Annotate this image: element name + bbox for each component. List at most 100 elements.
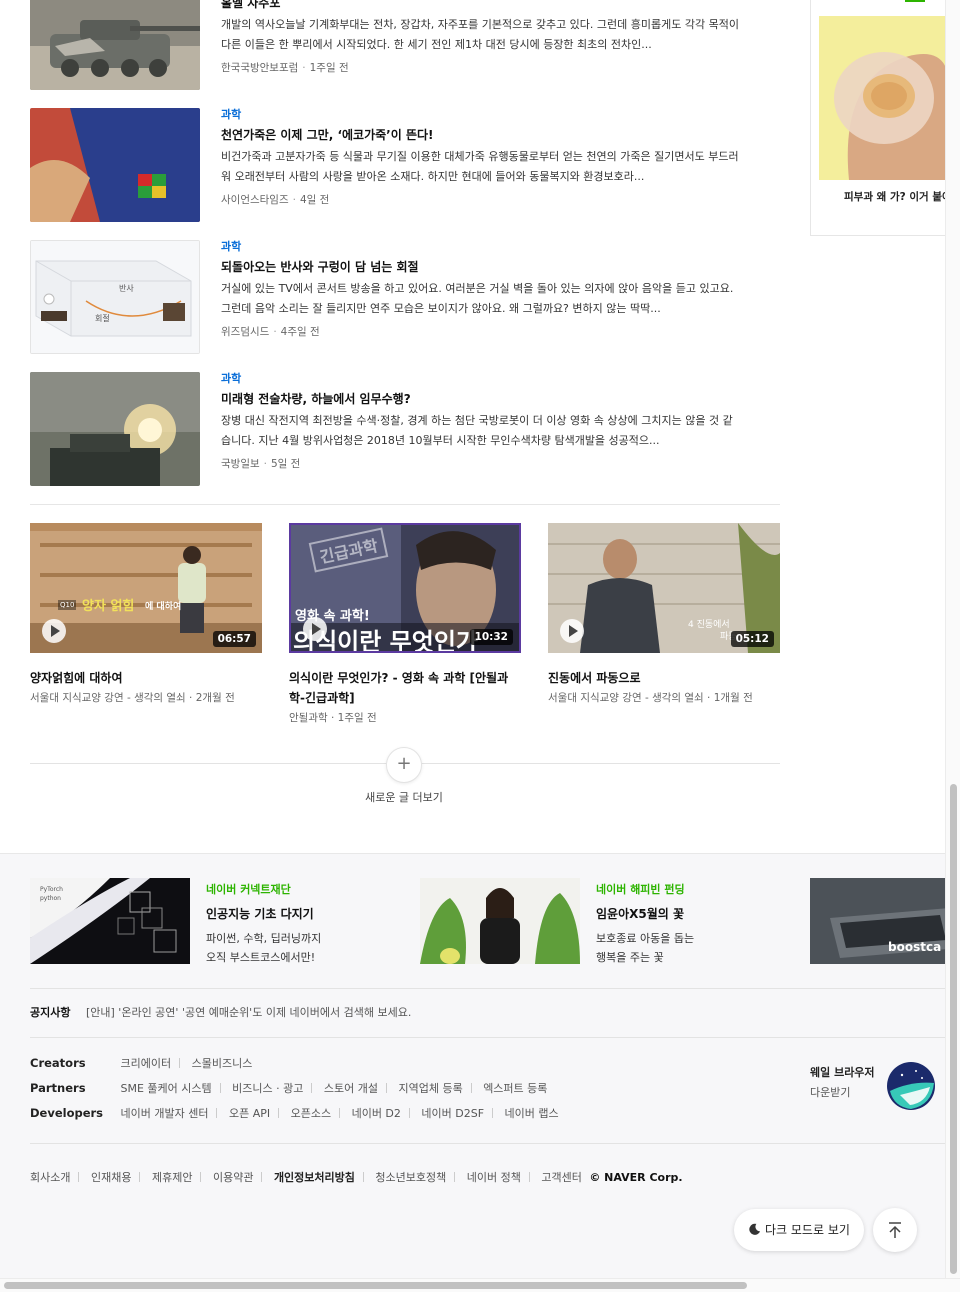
news-summary[interactable]: 비건가죽과 고분자가죽 등 식물과 무기질 이용한 대체가죽 유행동물로부터 얻… [221,147,741,187]
side-ad-caption[interactable]: 피부과 왜 가? 이거 붙여 [844,189,945,204]
horizontal-scroll-thumb[interactable] [4,1282,747,1289]
footer-link[interactable]: 네이버 D2 [352,1107,401,1120]
news-summary[interactable]: 장병 대신 작전지역 최전방을 수색·정찰, 경계 하는 첨단 국방로봇이 더 … [221,411,741,451]
dark-mode-label: 다크 모드로 보기 [765,1223,850,1237]
footer-bottom-link[interactable]: 청소년보호정책 [375,1171,446,1184]
whale-browser-icon[interactable] [886,1061,936,1111]
promo-banner[interactable]: PyTorch python 네이버 커넥트재단 인공지능 기초 다지기 파이썬… [30,878,410,964]
dark-mode-button[interactable]: 다크 모드로 보기 [734,1209,864,1251]
play-icon[interactable] [303,617,327,641]
promo-image[interactable]: PyTorch python [30,878,190,964]
footer-link[interactable]: 크리에이터 [121,1057,172,1070]
footer-link[interactable]: 네이버 랩스 [505,1107,559,1120]
footer-link[interactable]: SME 풀케어 시스템 [121,1082,212,1095]
news-summary[interactable]: 거실에 있는 TV에서 콘서트 방송을 하고 있어요. 여러분은 거실 벽을 돌… [221,279,741,319]
video-card[interactable]: 긴급과학 영화 속 과학! 의식이란 무엇인가 10:32 의식이란 무엇인가?… [289,523,521,725]
promo-desc-line: 파이썬, 수학, 딥러닝까지 [206,932,322,945]
video-source[interactable]: 서울대 지식교양 강연 - 생각의 열쇠 [30,692,186,704]
play-icon[interactable] [560,619,584,643]
footer-divider [30,1037,945,1038]
partners-row: Partners SME 풀케어 시스템 비즈니스 · 광고 스토어 개설 지역… [30,1080,559,1105]
vertical-scrollbar[interactable] [945,0,960,1278]
footer-link[interactable]: 오픈 API [229,1107,270,1120]
side-ad-card[interactable]: 피부과 왜 가? 이거 붙여 [810,0,946,236]
news-title[interactable]: 천연가죽은 이제 그만, ‘에코가죽’이 뜬다! [221,127,741,143]
promo-image[interactable]: boostca [810,878,945,964]
promo-banner[interactable]: 네이버 해피빈 펀딩 임윤아X5월의 꽃 보호종료 아동을 돕는 행복을 주는 꽃 [420,878,800,964]
promo-title[interactable]: 임윤아X5월의 꽃 [596,905,806,922]
news-item[interactable]: 과학 천연가죽은 이제 그만, ‘에코가죽’이 뜬다! 비건가죽과 고분자가죽 … [30,108,780,222]
footer-divider [30,1143,945,1144]
footer-link[interactable]: 네이버 D2SF [421,1107,484,1120]
more-button[interactable]: + [386,747,422,783]
video-title[interactable]: 진동에서 파동으로 [548,668,780,688]
vertical-scroll-thumb[interactable] [950,784,957,1274]
video-title[interactable]: 양자얽힘에 대하여 [30,668,262,688]
news-thumbnail[interactable]: 반사 회절 [30,240,200,354]
news-source[interactable]: 위즈덤시드 [221,326,269,338]
footer-link[interactable]: 오픈소스 [291,1107,331,1120]
footer-bottom-link[interactable]: 이용약관 [213,1171,253,1184]
horizontal-scrollbar[interactable] [0,1278,960,1292]
plus-icon: + [396,753,412,774]
thumb-label-diffraction: 회절 [95,314,110,323]
news-category[interactable]: 과학 [221,240,741,254]
video-time: 1주일 전 [337,712,377,724]
video-duration: 10:32 [469,629,513,645]
promo-org: 네이버 커넥트재단 [206,883,291,896]
side-ad-image[interactable] [819,16,945,180]
scroll-top-button[interactable] [873,1208,917,1252]
footer-divider [30,988,945,989]
video-thumbnail[interactable]: 4 진동에서 파동 05:12 [548,523,780,653]
video-card[interactable]: Q10 양자 얽힘 에 대하여 06:57 양자얽힘에 대하여 서울대 지식교양… [30,523,262,705]
video-source[interactable]: 서울대 지식교양 강연 - 생각의 열쇠 [548,692,704,704]
footer-link[interactable]: 스토어 개설 [324,1082,378,1095]
news-item[interactable]: 과학 미래형 전술차량, 하늘에서 임무수행? 장병 대신 작전지역 최전방을 … [30,372,780,486]
news-source[interactable]: 한국국방안보포럼 [221,62,298,74]
news-title[interactable]: 미래형 전술차량, 하늘에서 임무수행? [221,391,741,407]
news-source[interactable]: 국방일보 [221,458,260,470]
footer-link[interactable]: 엑스퍼트 등록 [483,1082,547,1095]
copyright: © NAVER Corp. [589,1171,683,1184]
footer-link[interactable]: 네이버 개발자 센터 [121,1107,209,1120]
notice: 공지사항 [안내] '온라인 공연' '공연 예매순위'도 이제 네이버에서 검… [30,1004,411,1020]
video-thumbnail[interactable]: 긴급과학 영화 속 과학! 의식이란 무엇인가 10:32 [289,523,521,653]
video-thumbnail[interactable]: Q10 양자 얽힘 에 대하여 06:57 [30,523,262,653]
video-duration: 05:12 [730,631,774,647]
thumb-label-reflection: 반사 [119,284,134,293]
footer-bottom-link[interactable]: 네이버 정책 [467,1171,521,1184]
video-title[interactable]: 의식이란 무엇인가? - 영화 속 과학 [안될과학-긴급과학] [289,668,521,708]
news-title[interactable]: 홀멜 자주포 [221,0,741,11]
news-category[interactable]: 과학 [221,372,741,386]
promo-banner[interactable]: boostca [810,878,945,964]
footer-bottom-link[interactable]: 회사소개 [30,1171,70,1184]
news-thumbnail[interactable] [30,372,200,486]
whale-download[interactable]: 웨일 브라우저 다운받기 [810,1062,940,1110]
partners-heading: Partners [30,1081,86,1095]
footer-link[interactable]: 지역업체 등록 [398,1082,462,1095]
more-label[interactable]: 새로운 글 더보기 [330,789,478,805]
footer-bottom-link[interactable]: 개인정보처리방침 [274,1171,355,1184]
news-source[interactable]: 사이언스타임즈 [221,194,289,206]
footer-bottom-link[interactable]: 제휴제안 [152,1171,192,1184]
footer-bottom-link[interactable]: 인재채용 [91,1171,131,1184]
news-category[interactable]: 과학 [221,108,741,122]
video-card[interactable]: 4 진동에서 파동 05:12 진동에서 파동으로 서울대 지식교양 강연 - … [548,523,780,705]
promo-image[interactable] [420,878,580,964]
news-thumbnail[interactable] [30,0,200,90]
play-icon[interactable] [42,619,66,643]
news-title[interactable]: 되돌아오는 반사와 구렁이 담 넘는 회절 [221,259,741,275]
news-thumbnail[interactable] [30,108,200,222]
creators-row: Creators 크리에이터 스몰비즈니스 [30,1055,559,1080]
footer-link[interactable]: 비즈니스 · 광고 [232,1082,303,1095]
news-item[interactable]: 반사 회절 과학 되돌아오는 반사와 구렁이 담 넘는 회절 거실에 있는 TV… [30,240,780,354]
promo-title[interactable]: 인공지능 기초 다지기 [206,905,416,922]
news-summary[interactable]: 개발의 역사오늘날 기계화부대는 전차, 장갑차, 자주포를 기본적으로 갖추고… [221,15,741,55]
promo-img-label-python: python [40,895,61,902]
notice-text[interactable]: [안내] '온라인 공연' '공연 예매순위'도 이제 네이버에서 검색해 보세… [86,1006,411,1019]
footer-bottom-link[interactable]: 고객센터 [541,1171,581,1184]
news-item[interactable]: 홀멜 자주포 개발의 역사오늘날 기계화부대는 전차, 장갑차, 자주포를 기본… [30,0,780,90]
footer-link[interactable]: 스몰비즈니스 [192,1057,253,1070]
video-source[interactable]: 안될과학 [289,712,328,724]
video-overlay-badge: Q10 [58,600,77,610]
